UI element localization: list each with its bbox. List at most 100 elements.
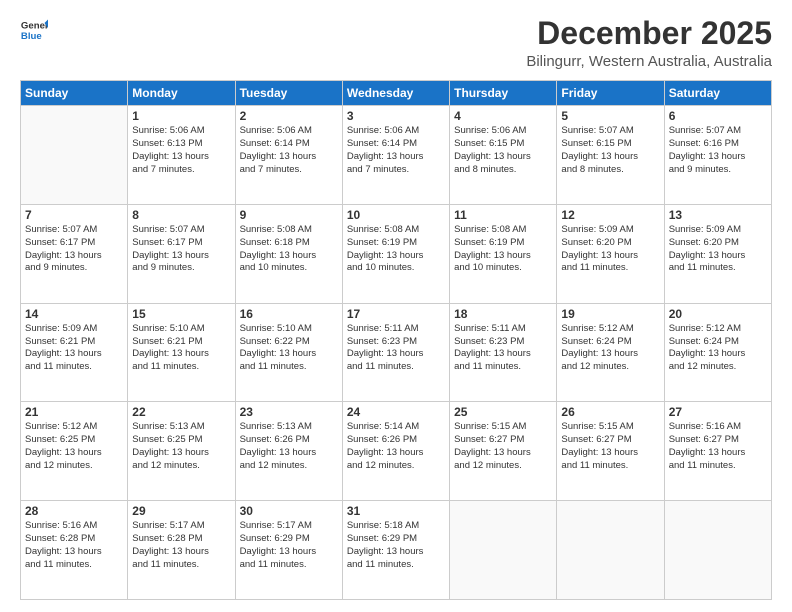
day-info: Sunrise: 5:13 AM Sunset: 6:26 PM Dayligh… bbox=[240, 421, 338, 472]
day-info: Sunrise: 5:09 AM Sunset: 6:21 PM Dayligh… bbox=[25, 323, 123, 374]
table-row: 15 Sunrise: 5:10 AM Sunset: 6:21 PM Dayli… bbox=[128, 303, 235, 402]
col-saturday: Saturday bbox=[664, 81, 771, 106]
day-number: 25 bbox=[454, 405, 552, 419]
day-info: Sunrise: 5:07 AM Sunset: 6:17 PM Dayligh… bbox=[132, 224, 230, 275]
day-number: 22 bbox=[132, 405, 230, 419]
day-number: 3 bbox=[347, 109, 445, 123]
col-wednesday: Wednesday bbox=[342, 81, 449, 106]
table-row: 4 Sunrise: 5:06 AM Sunset: 6:15 PM Daylig… bbox=[450, 106, 557, 205]
day-info: Sunrise: 5:16 AM Sunset: 6:28 PM Dayligh… bbox=[25, 520, 123, 571]
table-row: 7Sunrise: 5:07 AM Sunset: 6:17 PM Daylig… bbox=[21, 204, 128, 303]
day-info: Sunrise: 5:06 AM Sunset: 6:13 PM Dayligh… bbox=[132, 125, 230, 176]
day-number: 28 bbox=[25, 504, 123, 518]
day-info: Sunrise: 5:06 AM Sunset: 6:15 PM Dayligh… bbox=[454, 125, 552, 176]
col-sunday: Sunday bbox=[21, 81, 128, 106]
table-row: 29 Sunrise: 5:17 AM Sunset: 6:28 PM Dayli… bbox=[128, 501, 235, 600]
day-info: Sunrise: 5:08 AM Sunset: 6:18 PM Dayligh… bbox=[240, 224, 338, 275]
day-number: 23 bbox=[240, 405, 338, 419]
table-row: 22Sunrise: 5:13 AM Sunset: 6:25 PM Dayli… bbox=[128, 402, 235, 501]
day-number: 15 bbox=[132, 307, 230, 321]
table-row: 19Sunrise: 5:12 AM Sunset: 6:24 PM Dayli… bbox=[557, 303, 664, 402]
day-info: Sunrise: 5:18 AM Sunset: 6:29 PM Dayligh… bbox=[347, 520, 445, 571]
table-row: 31 Sunrise: 5:18 AM Sunset: 6:29 PM Dayli… bbox=[342, 501, 449, 600]
day-number: 29 bbox=[132, 504, 230, 518]
day-info: Sunrise: 5:10 AM Sunset: 6:21 PM Dayligh… bbox=[132, 323, 230, 374]
day-info: Sunrise: 5:06 AM Sunset: 6:14 PM Dayligh… bbox=[240, 125, 338, 176]
table-row: 25 Sunrise: 5:15 AM Sunset: 6:27 PM Dayli… bbox=[450, 402, 557, 501]
day-number: 16 bbox=[240, 307, 338, 321]
table-row bbox=[664, 501, 771, 600]
day-number: 13 bbox=[669, 208, 767, 222]
day-number: 31 bbox=[347, 504, 445, 518]
table-row: 13Sunrise: 5:09 AM Sunset: 6:20 PM Dayli… bbox=[664, 204, 771, 303]
day-number: 21 bbox=[25, 405, 123, 419]
table-row: 9Sunrise: 5:08 AM Sunset: 6:18 PM Daylig… bbox=[235, 204, 342, 303]
table-row: 11 Sunrise: 5:08 AM Sunset: 6:19 PM Dayli… bbox=[450, 204, 557, 303]
table-row: 18 Sunrise: 5:11 AM Sunset: 6:23 PM Dayli… bbox=[450, 303, 557, 402]
table-row bbox=[450, 501, 557, 600]
table-row: 21 Sunrise: 5:12 AM Sunset: 6:25 PM Dayli… bbox=[21, 402, 128, 501]
table-row: 10 Sunrise: 5:08 AM Sunset: 6:19 PM Dayli… bbox=[342, 204, 449, 303]
day-info: Sunrise: 5:08 AM Sunset: 6:19 PM Dayligh… bbox=[347, 224, 445, 275]
day-number: 27 bbox=[669, 405, 767, 419]
day-info: Sunrise: 5:12 AM Sunset: 6:25 PM Dayligh… bbox=[25, 421, 123, 472]
day-info: Sunrise: 5:17 AM Sunset: 6:28 PM Dayligh… bbox=[132, 520, 230, 571]
day-info: Sunrise: 5:07 AM Sunset: 6:17 PM Dayligh… bbox=[25, 224, 123, 275]
subtitle: Bilingurr, Western Australia, Australia bbox=[526, 53, 772, 70]
table-row: 20 Sunrise: 5:12 AM Sunset: 6:24 PM Dayli… bbox=[664, 303, 771, 402]
header: General Blue December 2025 Bilingurr, We… bbox=[20, 16, 772, 70]
day-info: Sunrise: 5:15 AM Sunset: 6:27 PM Dayligh… bbox=[561, 421, 659, 472]
calendar-week-row: 28 Sunrise: 5:16 AM Sunset: 6:28 PM Dayli… bbox=[21, 501, 772, 600]
table-row: 23 Sunrise: 5:13 AM Sunset: 6:26 PM Dayli… bbox=[235, 402, 342, 501]
svg-text:Blue: Blue bbox=[21, 31, 42, 42]
day-number: 4 bbox=[454, 109, 552, 123]
table-row: 27 Sunrise: 5:16 AM Sunset: 6:27 PM Dayli… bbox=[664, 402, 771, 501]
day-number: 10 bbox=[347, 208, 445, 222]
table-row: 24Sunrise: 5:14 AM Sunset: 6:26 PM Dayli… bbox=[342, 402, 449, 501]
day-info: Sunrise: 5:15 AM Sunset: 6:27 PM Dayligh… bbox=[454, 421, 552, 472]
table-row: 1 Sunrise: 5:06 AM Sunset: 6:13 PM Daylig… bbox=[128, 106, 235, 205]
col-monday: Monday bbox=[128, 81, 235, 106]
table-row: 3 Sunrise: 5:06 AM Sunset: 6:14 PM Daylig… bbox=[342, 106, 449, 205]
day-info: Sunrise: 5:11 AM Sunset: 6:23 PM Dayligh… bbox=[454, 323, 552, 374]
day-info: Sunrise: 5:07 AM Sunset: 6:16 PM Dayligh… bbox=[669, 125, 767, 176]
day-info: Sunrise: 5:17 AM Sunset: 6:29 PM Dayligh… bbox=[240, 520, 338, 571]
day-info: Sunrise: 5:16 AM Sunset: 6:27 PM Dayligh… bbox=[669, 421, 767, 472]
day-info: Sunrise: 5:07 AM Sunset: 6:15 PM Dayligh… bbox=[561, 125, 659, 176]
table-row: 16 Sunrise: 5:10 AM Sunset: 6:22 PM Dayli… bbox=[235, 303, 342, 402]
table-row: 12Sunrise: 5:09 AM Sunset: 6:20 PM Dayli… bbox=[557, 204, 664, 303]
col-friday: Friday bbox=[557, 81, 664, 106]
calendar-week-row: 1 Sunrise: 5:06 AM Sunset: 6:13 PM Daylig… bbox=[21, 106, 772, 205]
day-number: 1 bbox=[132, 109, 230, 123]
day-number: 11 bbox=[454, 208, 552, 222]
day-number: 18 bbox=[454, 307, 552, 321]
day-number: 17 bbox=[347, 307, 445, 321]
day-info: Sunrise: 5:09 AM Sunset: 6:20 PM Dayligh… bbox=[561, 224, 659, 275]
day-number: 20 bbox=[669, 307, 767, 321]
calendar-table: Sunday Monday Tuesday Wednesday Thursday… bbox=[20, 80, 772, 600]
day-number: 26 bbox=[561, 405, 659, 419]
table-row: 26 Sunrise: 5:15 AM Sunset: 6:27 PM Dayli… bbox=[557, 402, 664, 501]
table-row: 17Sunrise: 5:11 AM Sunset: 6:23 PM Dayli… bbox=[342, 303, 449, 402]
table-row: 5 Sunrise: 5:07 AM Sunset: 6:15 PM Daylig… bbox=[557, 106, 664, 205]
day-number: 30 bbox=[240, 504, 338, 518]
title-block: December 2025 Bilingurr, Western Austral… bbox=[526, 16, 772, 70]
svg-text:General: General bbox=[21, 20, 48, 31]
day-info: Sunrise: 5:10 AM Sunset: 6:22 PM Dayligh… bbox=[240, 323, 338, 374]
day-number: 2 bbox=[240, 109, 338, 123]
table-row: 28 Sunrise: 5:16 AM Sunset: 6:28 PM Dayli… bbox=[21, 501, 128, 600]
day-info: Sunrise: 5:06 AM Sunset: 6:14 PM Dayligh… bbox=[347, 125, 445, 176]
logo-icon: General Blue bbox=[20, 16, 48, 44]
calendar-week-row: 7Sunrise: 5:07 AM Sunset: 6:17 PM Daylig… bbox=[21, 204, 772, 303]
day-info: Sunrise: 5:12 AM Sunset: 6:24 PM Dayligh… bbox=[669, 323, 767, 374]
day-number: 8 bbox=[132, 208, 230, 222]
day-number: 19 bbox=[561, 307, 659, 321]
table-row bbox=[557, 501, 664, 600]
main-title: December 2025 bbox=[526, 16, 772, 51]
day-number: 5 bbox=[561, 109, 659, 123]
table-row: 30 Sunrise: 5:17 AM Sunset: 6:29 PM Dayli… bbox=[235, 501, 342, 600]
calendar-week-row: 21 Sunrise: 5:12 AM Sunset: 6:25 PM Dayli… bbox=[21, 402, 772, 501]
page: General Blue December 2025 Bilingurr, We… bbox=[0, 0, 792, 612]
day-number: 14 bbox=[25, 307, 123, 321]
day-info: Sunrise: 5:08 AM Sunset: 6:19 PM Dayligh… bbox=[454, 224, 552, 275]
